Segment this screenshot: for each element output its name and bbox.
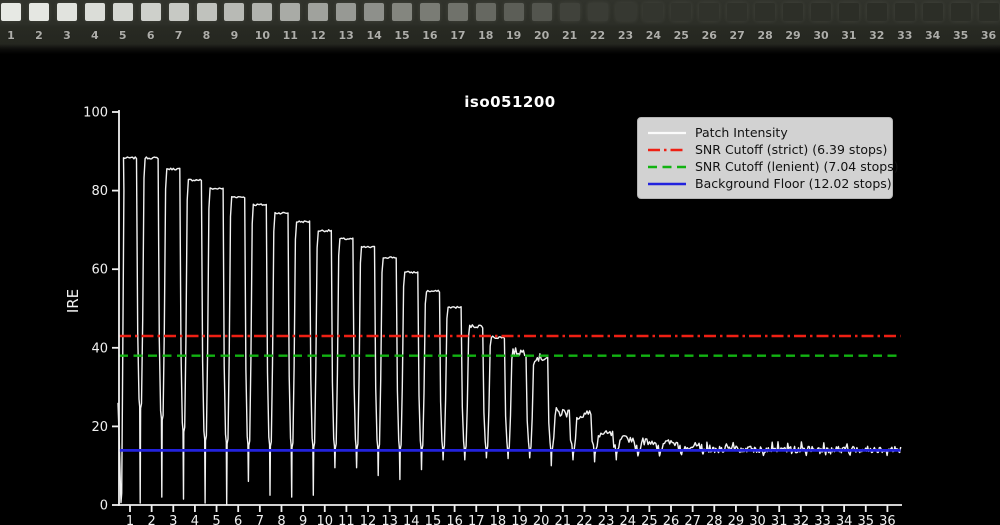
legend-item-background-floor: Background Floor (12.02 stops) [646,175,892,192]
x-tick-label: 8 [277,514,285,525]
x-tick-label: 4 [191,514,199,525]
plot-canvas: 1008060402001 2 3 4 5 6 7 8 9 10 11 12 13 14 15 16 17 18 1… [83,106,902,525]
x-tick-label: 35 [857,514,874,525]
legend-line-sample [648,165,686,168]
x-tick-label: 10 [316,514,333,525]
chart: 100 80 60 40 20 0 1 2 3 4 5 6 7 8 9 10 11 12 13 14 15 16 17 18 1… [0,54,1000,525]
x-tick-label: 25 [641,514,658,525]
legend-label: SNR Cutoff (strict) (6.39 stops) [695,142,888,157]
x-tick-label: 1 [126,514,134,525]
legend-item-patch-intensity: Patch Intensity [646,124,883,141]
x-tick-label: 23 [598,514,615,525]
x-tick-label: 24 [619,514,636,525]
x-tick-label: 11 [338,514,355,525]
legend-line-sample [648,182,686,185]
legend-label: SNR Cutoff (lenient) (7.04 stops) [695,159,899,174]
x-tick-label: 12 [360,514,377,525]
legend: Patch Intensity SNR Cutoff (strict) (6.3… [637,117,899,199]
x-tick-label: 30 [749,514,766,525]
x-tick-label: 28 [706,514,723,525]
x-tick-label: 16 [446,514,463,525]
x-tick-label: 33 [814,514,831,525]
x-tick-label: 21 [555,514,572,525]
x-tick-label: 36 [879,514,896,525]
x-tick-label: 15 [425,514,442,525]
y-tick-label: 20 [91,420,108,435]
x-tick-label: 17 [468,514,485,525]
y-tick-label: 80 [91,184,108,199]
x-tick-label: 20 [533,514,550,525]
x-tick-label: 19 [511,514,528,525]
chart-title: iso051200 [464,93,556,111]
y-tick-label: 40 [91,341,108,356]
x-tick-label: 2 [147,514,155,525]
x-tick-label: 32 [793,514,810,525]
x-tick-label: 13 [381,514,398,525]
x-tick-label: 18 [490,514,507,525]
legend-item-snr-strict: SNR Cutoff (strict) (6.39 stops) [646,141,887,158]
x-tick-label: 3 [169,514,177,525]
x-tick-label: 5 [212,514,220,525]
x-tick-label: 7 [256,514,264,525]
y-tick-label: 100 [83,106,108,121]
legend-label: Background Floor (12.02 stops) [695,176,892,191]
x-tick-label: 34 [836,514,853,525]
x-tick-label: 14 [403,514,420,525]
legend-line-sample [648,148,686,151]
legend-item-snr-lenient: SNR Cutoff (lenient) (7.04 stops) [646,158,899,175]
x-tick-label: 26 [663,514,680,525]
x-tick-label: 29 [728,514,745,525]
x-tick-label: 6 [234,514,242,525]
x-tick-label: 31 [771,514,788,525]
legend-label: Patch Intensity [695,125,788,140]
y-tick-label: 60 [91,263,108,278]
x-tick-label: 27 [684,514,701,525]
x-tick-label: 9 [299,514,307,525]
screenshot-stage: 1 2 3 4 5 6 7 8 9 10 11 12 13 14 15 16 17 18 19 20 21 22 23 24 2… [0,0,1000,525]
y-tick-label: 0 [100,499,108,514]
legend-line-sample [648,131,686,134]
y-axis-label: IRE [64,288,82,314]
x-tick-label: 22 [576,514,593,525]
